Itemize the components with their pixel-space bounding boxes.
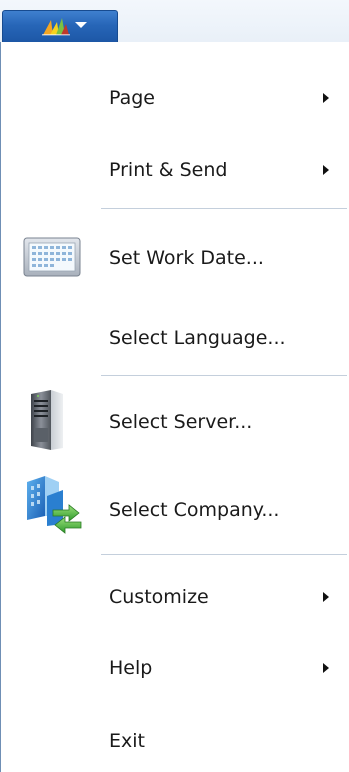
application-menu-panel: Page Print & Send Set Work Date... Selec… [0, 42, 349, 772]
menu-item-label: Select Server... [109, 411, 253, 433]
menu-item-label: Help [109, 657, 153, 679]
menu-separator [101, 375, 347, 376]
company-switch-icon [27, 476, 82, 534]
menu-item-select-company[interactable]: Select Company... [1, 476, 349, 538]
menu-item-help[interactable]: Help [1, 640, 349, 696]
menu-separator [101, 208, 347, 209]
menu-item-set-work-date[interactable]: Set Work Date... [1, 230, 349, 286]
menu-item-select-server[interactable]: Select Server... [1, 390, 349, 450]
menu-item-label: Select Language... [109, 327, 286, 349]
chevron-down-icon [75, 22, 87, 28]
server-icon [31, 390, 63, 450]
menu-item-select-language[interactable]: Select Language... [1, 310, 349, 366]
menu-item-label: Select Company... [109, 499, 280, 521]
calendar-icon [23, 237, 81, 277]
menu-item-label: Set Work Date... [109, 247, 264, 269]
submenu-arrow-icon [323, 93, 329, 103]
dynamics-nav-logo-icon [42, 18, 70, 36]
application-menu-button[interactable] [2, 10, 118, 42]
application-menu-screen: Page Print & Send Set Work Date... Selec… [0, 0, 349, 772]
menu-item-page[interactable]: Page [1, 70, 349, 126]
menu-item-print-send[interactable]: Print & Send [1, 142, 349, 198]
submenu-arrow-icon [323, 592, 329, 602]
menu-item-label: Customize [109, 586, 209, 608]
menu-item-label: Exit [109, 730, 145, 752]
menu-item-exit[interactable]: Exit [1, 713, 349, 769]
menu-item-customize[interactable]: Customize [1, 569, 349, 625]
menu-item-label: Print & Send [109, 159, 228, 181]
menu-item-label: Page [109, 87, 155, 109]
menu-separator [101, 554, 347, 555]
submenu-arrow-icon [323, 663, 329, 673]
submenu-arrow-icon [323, 165, 329, 175]
